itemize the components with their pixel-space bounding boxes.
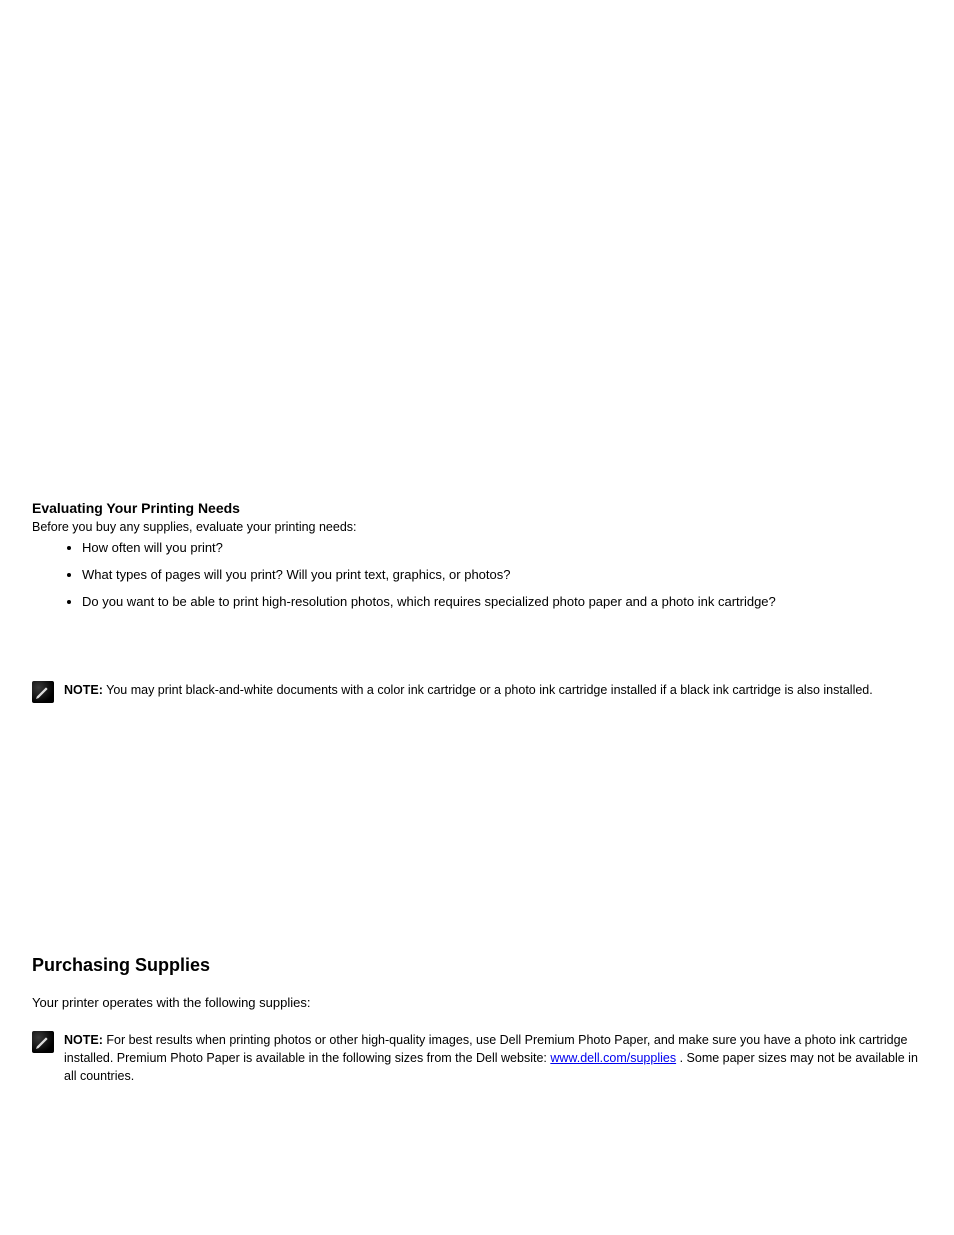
list-item: How often will you print?	[82, 538, 922, 559]
pencil-note-icon	[32, 1031, 54, 1053]
pencil-note-icon	[32, 681, 54, 703]
evaluating-list-wrap: How often will you print? What types of …	[32, 532, 922, 618]
evaluating-heading: Evaluating Your Printing Needs	[32, 500, 922, 516]
note-1-body: You may print black-and-white documents …	[106, 683, 873, 697]
supplies-link[interactable]: www.dell.com/supplies	[550, 1051, 676, 1065]
list-item: What types of pages will you print? Will…	[82, 565, 922, 586]
note-2-text: NOTE: For best results when printing pho…	[64, 1031, 922, 1085]
note-1: NOTE: You may print black-and-white docu…	[32, 681, 922, 703]
note-2-label: NOTE:	[64, 1033, 103, 1047]
purchasing-heading: Purchasing Supplies	[32, 955, 922, 976]
note-1-label: NOTE:	[64, 683, 103, 697]
note-1-text: NOTE: You may print black-and-white docu…	[64, 681, 873, 699]
document-page: Evaluating Your Printing Needs Before yo…	[0, 0, 954, 1235]
purchasing-intro-wrap: Your printer operates with the following…	[32, 992, 922, 1013]
evaluating-list: How often will you print? What types of …	[82, 538, 922, 612]
note-2: NOTE: For best results when printing pho…	[32, 1031, 922, 1085]
purchasing-intro: Your printer operates with the following…	[32, 992, 922, 1013]
list-item: Do you want to be able to print high-res…	[82, 592, 922, 613]
evaluating-section: Evaluating Your Printing Needs	[32, 500, 922, 516]
purchasing-section: Purchasing Supplies	[32, 955, 922, 976]
